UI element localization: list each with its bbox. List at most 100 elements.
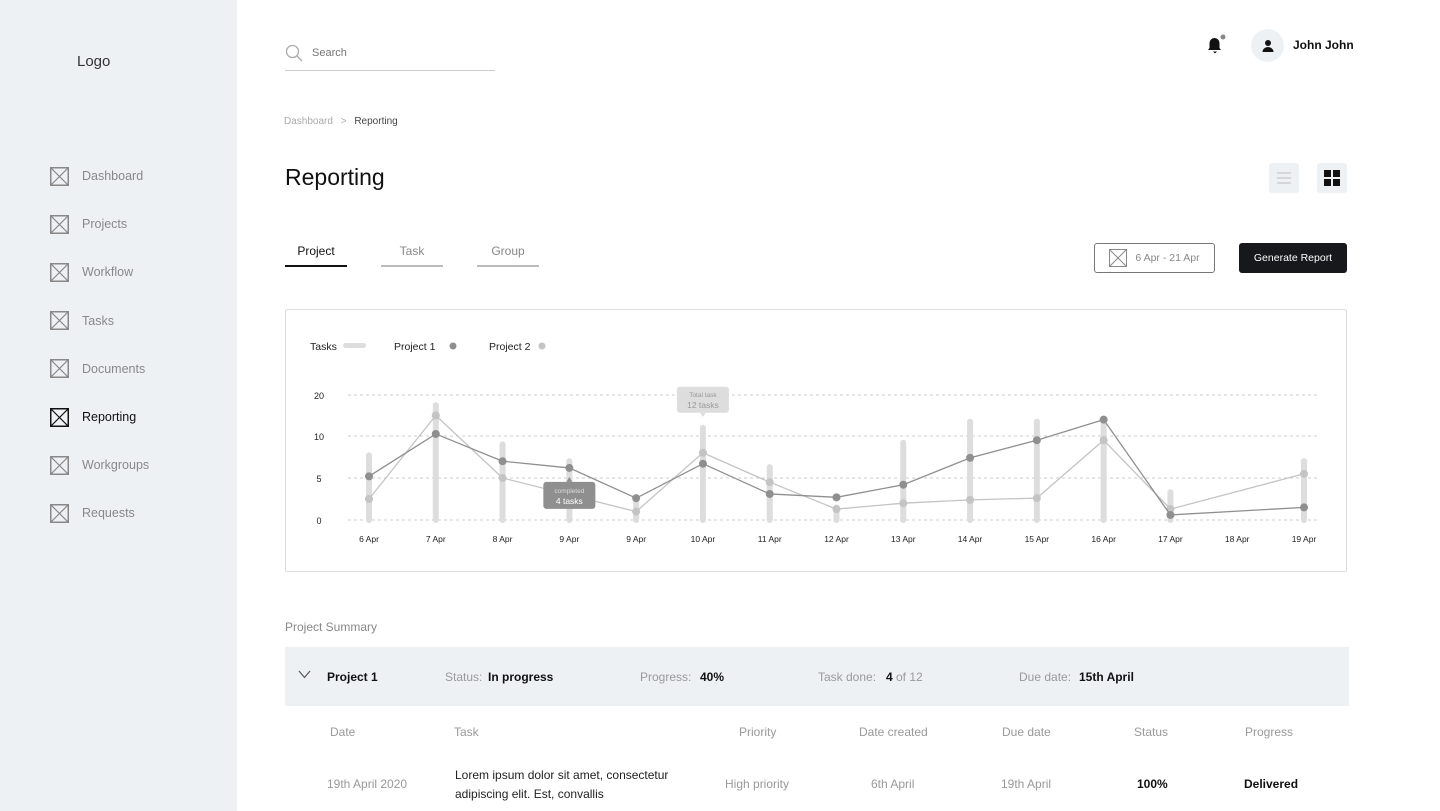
search-bar[interactable] (285, 36, 495, 71)
data-point-project2[interactable] (431, 411, 440, 420)
search-input[interactable] (312, 47, 482, 59)
data-point-project2[interactable] (765, 478, 774, 487)
project-summary-row[interactable]: Project 1 Status: In progress Progress: … (285, 647, 1349, 706)
list-icon (1277, 172, 1291, 184)
summary-heading: Project Summary (285, 620, 378, 634)
tab-group[interactable]: Group (477, 244, 539, 267)
breadcrumb: Dashboard > Reporting (284, 116, 398, 127)
x-tick-label: 13 Apr (891, 534, 916, 544)
user-name[interactable]: John John (1293, 38, 1354, 52)
y-tick-label: 20 (314, 391, 324, 401)
legend-tasks-swatch (343, 343, 366, 348)
data-point-project1[interactable] (431, 429, 440, 438)
chevron-down-icon[interactable] (298, 668, 311, 682)
data-point-project2[interactable] (899, 499, 908, 508)
placeholder-icon (50, 503, 69, 523)
col-priority: Priority (739, 725, 777, 739)
breadcrumb-separator: > (340, 116, 347, 127)
data-point-project2[interactable] (365, 495, 373, 503)
col-date: Date (330, 725, 356, 739)
tasks-done-value: 4 (886, 669, 893, 684)
status-value: In progress (488, 669, 554, 684)
status-label: Status: (445, 669, 483, 684)
tasks-total: of 12 (896, 669, 923, 684)
data-point-project1[interactable] (1099, 415, 1108, 424)
data-point-project1[interactable] (899, 480, 908, 489)
data-point-project1[interactable] (1032, 436, 1041, 445)
legend-project2-swatch (538, 342, 546, 350)
tab-task[interactable]: Task (381, 244, 443, 267)
breadcrumb-current: Reporting (354, 116, 398, 127)
logo: Logo (77, 53, 111, 70)
sidebar-item-label: Requests (82, 506, 135, 521)
placeholder-icon (50, 214, 69, 234)
placeholder-icon (50, 407, 69, 427)
data-point-project2[interactable] (832, 505, 841, 514)
x-tick-label: 9 Apr (559, 534, 579, 544)
calendar-placeholder-icon (1109, 249, 1128, 267)
data-point-project2[interactable] (1300, 469, 1308, 478)
date-range-picker[interactable]: 6 Apr - 21 Apr (1094, 243, 1215, 273)
sidebar-item-dashboard[interactable]: Dashboard (50, 152, 149, 200)
tooltip-total-title: Total task (689, 392, 717, 399)
bell-icon (1208, 34, 1226, 54)
data-point-project1[interactable] (765, 489, 774, 498)
placeholder-icon (50, 166, 69, 186)
data-point-project1[interactable] (1166, 510, 1175, 519)
col-task: Task (454, 725, 479, 739)
legend-project2-label: Project 2 (489, 341, 531, 353)
data-point-project1[interactable] (1300, 503, 1308, 512)
legend-tasks-label: Tasks (310, 341, 337, 353)
data-point-project2[interactable] (632, 507, 641, 516)
notification-bell[interactable] (1204, 34, 1226, 61)
data-point-project1[interactable] (632, 494, 641, 503)
data-point-project2[interactable] (698, 448, 707, 457)
tooltip-total-value: 12 tasks (687, 400, 719, 410)
data-point-project2[interactable] (966, 495, 975, 504)
x-tick-label: 9 Apr (626, 534, 646, 544)
x-tick-label: 7 Apr (426, 534, 446, 544)
sidebar-item-tasks[interactable]: Tasks (50, 297, 149, 345)
data-point-project2[interactable] (1099, 436, 1108, 445)
due-value: 15th April (1079, 669, 1134, 684)
sidebar-item-label: Workflow (82, 265, 134, 280)
sidebar-item-workflow[interactable]: Workflow (50, 248, 149, 296)
data-point-project1[interactable] (565, 463, 574, 472)
tooltip-completed-title: completed (554, 488, 584, 495)
notification-dot (1220, 34, 1226, 40)
legend-project1-label: Project 1 (394, 341, 436, 353)
list-view-button[interactable] (1269, 163, 1299, 193)
x-tick-label: 16 Apr (1091, 534, 1116, 544)
data-point-project1[interactable] (498, 457, 507, 466)
sidebar-item-label: Documents (82, 361, 146, 376)
col-due-date: Due date (1002, 725, 1051, 739)
tooltip-completed-value: 4 tasks (556, 496, 583, 506)
sidebar-item-reporting[interactable]: Reporting (50, 393, 149, 441)
cell-priority: High priority (725, 777, 790, 791)
sidebar-item-projects[interactable]: Projects (50, 200, 149, 248)
y-tick-label: 0 (316, 516, 321, 526)
data-point-project2[interactable] (1032, 494, 1041, 503)
x-tick-label: 15 Apr (1025, 534, 1050, 544)
data-point-project1[interactable] (365, 472, 373, 481)
search-icon (285, 44, 303, 62)
tab-project[interactable]: Project (285, 244, 347, 267)
avatar[interactable] (1251, 29, 1284, 62)
generate-report-button[interactable]: Generate Report (1239, 243, 1347, 273)
project-name: Project 1 (327, 669, 378, 684)
sidebar-item-requests[interactable]: Requests (50, 489, 149, 537)
breadcrumb-parent[interactable]: Dashboard (284, 116, 333, 127)
data-point-project1[interactable] (698, 459, 707, 468)
y-tick-label: 5 (316, 474, 321, 484)
data-point-project1[interactable] (832, 493, 841, 502)
placeholder-icon (50, 359, 69, 379)
data-point-project2[interactable] (498, 474, 507, 482)
sidebar-item-workgroups[interactable]: Workgroups (50, 441, 149, 489)
sidebar-item-label: Workgroups (82, 458, 150, 473)
sidebar-nav: Dashboard Projects Workflow Tasks Documents R… (50, 152, 149, 538)
grid-view-button[interactable] (1317, 163, 1347, 193)
sidebar-item-documents[interactable]: Documents (50, 345, 149, 393)
placeholder-icon (50, 311, 69, 331)
report-tabs: Project Task Group (285, 244, 573, 267)
data-point-project1[interactable] (966, 453, 975, 462)
